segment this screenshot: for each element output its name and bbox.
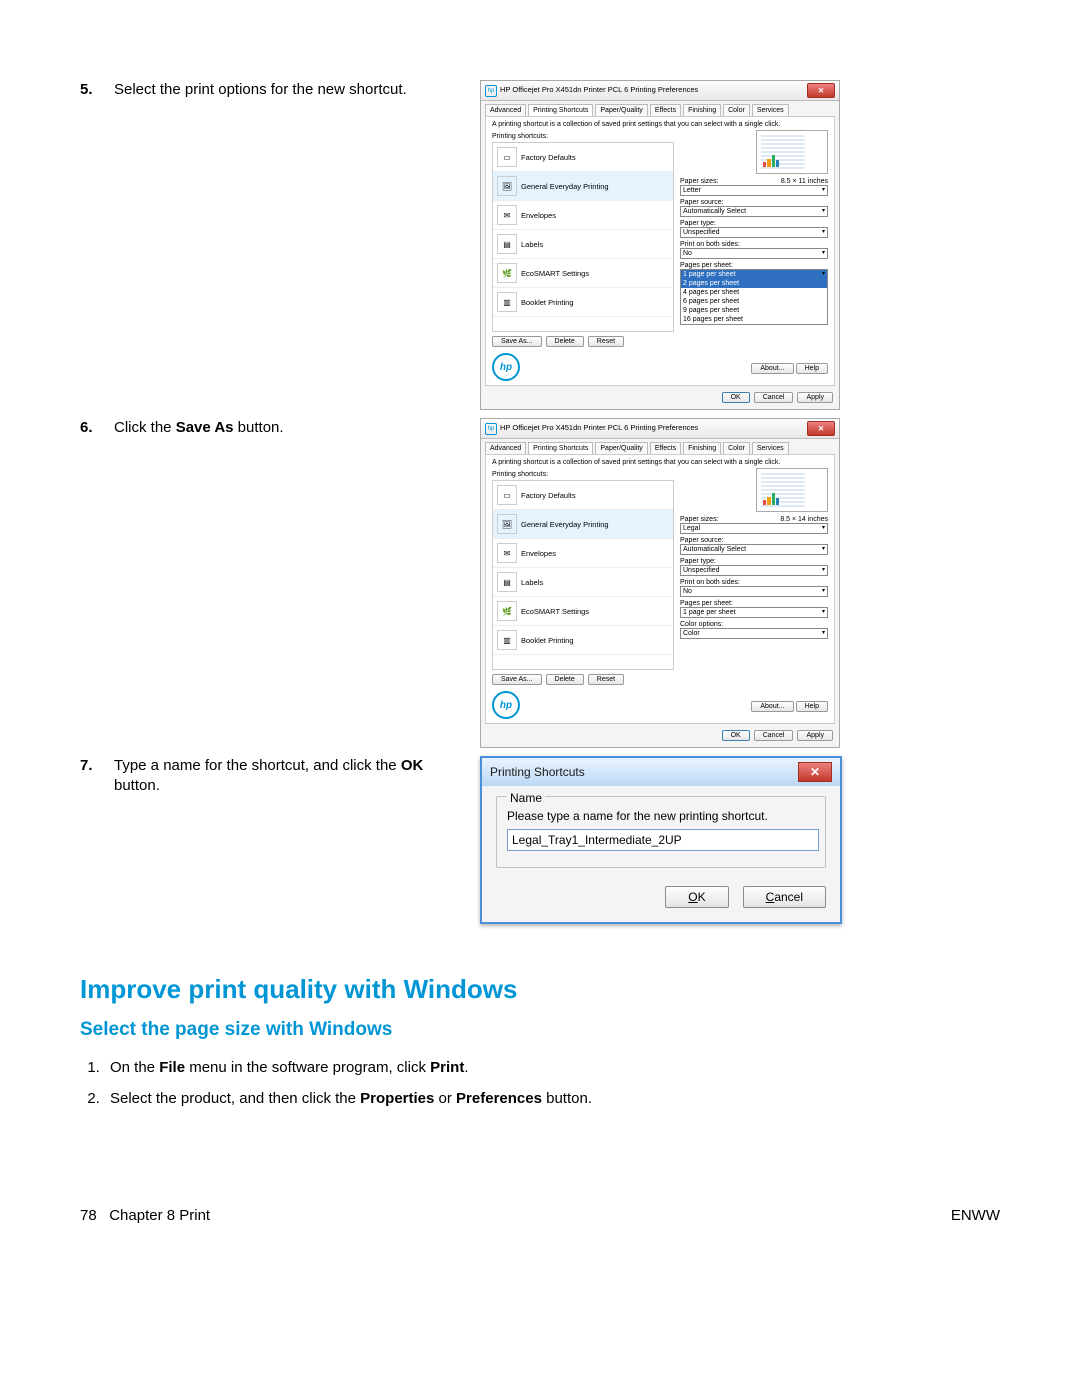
tab-printing-shortcuts[interactable]: Printing Shortcuts — [528, 442, 593, 454]
booklet-icon: ▥ — [497, 292, 517, 312]
shortcut-list[interactable]: ▭Factory Defaults 🖼General Everyday Prin… — [492, 142, 674, 332]
help-button[interactable]: Help — [796, 363, 828, 374]
tab-color[interactable]: Color — [723, 104, 750, 116]
close-icon[interactable]: ✕ — [807, 83, 835, 98]
tab-advanced[interactable]: Advanced — [485, 104, 526, 116]
paper-size-select[interactable]: Letter — [680, 185, 828, 196]
print-prefs-dialog-1: hpHP Officejet Pro X451dn Printer PCL 6 … — [480, 80, 840, 410]
paper-type-select[interactable]: Unspecified — [680, 565, 828, 576]
cancel-button[interactable]: Cancel — [754, 730, 794, 741]
paper-size-select[interactable]: Legal — [680, 523, 828, 534]
pages-per-sheet-select[interactable]: 1 page per sheet 2 pages per sheet 4 pag… — [680, 269, 828, 325]
about-button[interactable]: About... — [751, 701, 793, 712]
tabs: Advanced Printing Shortcuts Paper/Qualit… — [481, 101, 839, 116]
step-7: 7. Type a name for the shortcut, and cli… — [80, 756, 480, 797]
tab-printing-shortcuts[interactable]: Printing Shortcuts — [528, 104, 593, 116]
page-footer: 78 Chapter 8 Print ENWW — [80, 1207, 1000, 1224]
shortcut-name-input[interactable] — [507, 829, 819, 851]
name-legend: Name — [507, 791, 545, 805]
heading-improve-quality: Improve print quality with Windows — [80, 974, 1000, 1005]
save-as-button[interactable]: Save As... — [492, 336, 542, 347]
photo-icon: 🖼 — [497, 176, 517, 196]
page-number: 78 — [80, 1207, 97, 1224]
both-sides-select[interactable]: No — [680, 586, 828, 597]
hp-small-icon: hp — [485, 423, 497, 435]
labels-icon: ▤ — [497, 234, 517, 254]
ok-button[interactable]: OK — [665, 886, 728, 908]
close-icon[interactable]: ✕ — [798, 762, 832, 782]
save-as-button[interactable]: Save As... — [492, 674, 542, 685]
reset-button[interactable]: Reset — [588, 336, 624, 347]
both-sides-select[interactable]: No — [680, 248, 828, 259]
shortcut-list[interactable]: ▭Factory Defaults 🖼General Everyday Prin… — [492, 480, 674, 670]
cancel-button[interactable]: Cancel — [754, 392, 794, 403]
cancel-button[interactable]: Cancel — [743, 886, 826, 908]
color-options-select[interactable]: Color — [680, 628, 828, 639]
delete-button[interactable]: Delete — [546, 336, 584, 347]
dialog-title: Printing Shortcuts — [490, 765, 585, 779]
ok-button[interactable]: OK — [722, 730, 750, 741]
step-1: On the File menu in the software program… — [104, 1059, 1000, 1076]
footer-right: ENWW — [951, 1207, 1000, 1224]
name-prompt: Please type a name for the new printing … — [507, 809, 815, 823]
labels-icon: ▤ — [497, 572, 517, 592]
step-2: Select the product, and then click the P… — [104, 1090, 1000, 1107]
close-icon[interactable]: ✕ — [807, 421, 835, 436]
tab-services[interactable]: Services — [752, 104, 789, 116]
heading-page-size: Select the page size with Windows — [80, 1019, 1000, 1041]
help-button[interactable]: Help — [796, 701, 828, 712]
hp-small-icon: hp — [485, 85, 497, 97]
tab-advanced[interactable]: Advanced — [485, 442, 526, 454]
tab-color[interactable]: Color — [723, 442, 750, 454]
envelope-icon: ✉ — [497, 543, 517, 563]
eco-icon: 🌿 — [497, 263, 517, 283]
delete-button[interactable]: Delete — [546, 674, 584, 685]
apply-button[interactable]: Apply — [797, 392, 833, 403]
blank-icon: ▭ — [497, 485, 517, 505]
chapter-label: Chapter 8 Print — [109, 1207, 210, 1224]
name-shortcut-dialog: Printing Shortcuts ✕ Name Please type a … — [480, 756, 842, 924]
hp-logo-icon: hp — [492, 353, 520, 381]
tab-services[interactable]: Services — [752, 442, 789, 454]
reset-button[interactable]: Reset — [588, 674, 624, 685]
tab-finishing[interactable]: Finishing — [683, 104, 721, 116]
hp-logo-icon: hp — [492, 691, 520, 719]
tab-paper-quality[interactable]: Paper/Quality — [595, 104, 647, 116]
about-button[interactable]: About... — [751, 363, 793, 374]
preview-thumbnail — [756, 130, 828, 174]
pages-per-sheet-select[interactable]: 1 page per sheet — [680, 607, 828, 618]
tab-paper-quality[interactable]: Paper/Quality — [595, 442, 647, 454]
print-prefs-dialog-2: hpHP Officejet Pro X451dn Printer PCL 6 … — [480, 418, 840, 748]
blank-icon: ▭ — [497, 147, 517, 167]
booklet-icon: ▥ — [497, 630, 517, 650]
ok-button[interactable]: OK — [722, 392, 750, 403]
step-5: 5. Select the print options for the new … — [80, 80, 480, 100]
envelope-icon: ✉ — [497, 205, 517, 225]
preview-thumbnail — [756, 468, 828, 512]
tab-effects[interactable]: Effects — [650, 104, 681, 116]
paper-source-select[interactable]: Automatically Select — [680, 544, 828, 555]
paper-source-select[interactable]: Automatically Select — [680, 206, 828, 217]
tab-finishing[interactable]: Finishing — [683, 442, 721, 454]
step-6: 6. Click the Save As button. — [80, 418, 480, 438]
photo-icon: 🖼 — [497, 514, 517, 534]
page-size-steps: On the File menu in the software program… — [104, 1059, 1000, 1107]
eco-icon: 🌿 — [497, 601, 517, 621]
apply-button[interactable]: Apply — [797, 730, 833, 741]
paper-type-select[interactable]: Unspecified — [680, 227, 828, 238]
tab-effects[interactable]: Effects — [650, 442, 681, 454]
